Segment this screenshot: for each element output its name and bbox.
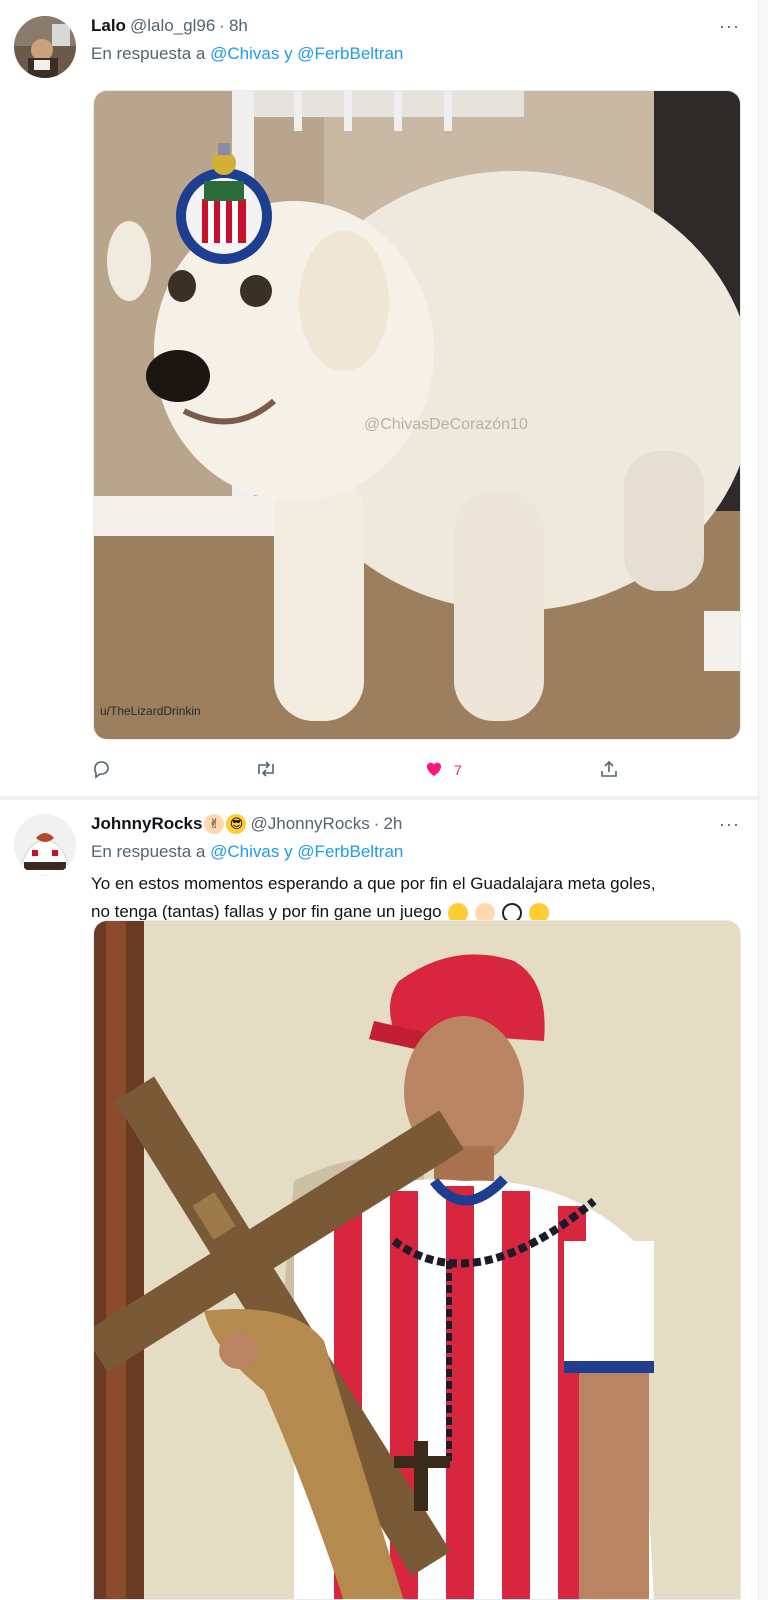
display-name[interactable]: Lalo [91,16,126,36]
tweet-text-line-2-content: no tenga (tantas) fallas y por fin gane … [91,902,442,921]
user-handle[interactable]: @JhonnyRocks [250,814,369,834]
tweet-johnnyrocks[interactable]: JohnnyRocks ✌ 😎 @JhonnyRocks · 2h ··· En… [0,800,758,1600]
share-icon [599,759,619,782]
separator-dot: · [373,814,380,833]
more-options-icon[interactable]: ··· [719,16,740,37]
retweet-button[interactable] [254,756,278,784]
reply-icon [91,759,111,782]
mention-chivas[interactable]: @Chivas [210,44,279,63]
timestamp[interactable]: 8h [229,16,248,36]
retweet-icon [254,759,278,782]
reply-prefix: En respuesta a [91,842,206,861]
tweet-lalo[interactable]: Lalo @lalo_gl96 · 8h ··· En respuesta a … [0,0,758,796]
avatar[interactable] [14,16,76,78]
sunglasses-emoji: 😎 [226,814,247,834]
tweet-actions: 7 [91,756,691,784]
image-credit: u/TheLizardDrinkin [100,704,201,718]
display-name[interactable]: JohnnyRocks [91,814,202,834]
user-handle[interactable]: @lalo_gl96 [130,16,215,36]
reply-context: En respuesta a @Chivas y @FerbBeltran [91,842,403,862]
like-button[interactable]: 7 [424,756,462,784]
reply-button[interactable] [91,756,111,784]
more-options-icon[interactable]: ··· [719,814,740,835]
tweet-header: JohnnyRocks ✌ 😎 @JhonnyRocks · 2h [91,814,402,834]
image-watermark: @ChivasDeCorazón10 [364,416,528,433]
mention-chivas[interactable]: @Chivas [210,842,279,861]
tweet-image[interactable]: @ChivasDeCorazón10 u/TheLizardDrinkin [93,90,741,740]
tweet-header: Lalo @lalo_gl96 · 8h [91,16,248,36]
mention-ferbbeltran[interactable]: @FerbBeltran [297,44,403,63]
heart-icon [424,759,444,782]
tweet-image[interactable] [93,920,741,1600]
separator-dot: · [219,16,225,35]
mention-ferbbeltran[interactable]: @FerbBeltran [297,842,403,861]
tweet-text-line-1: Yo en estos momentos esperando a que por… [91,874,656,893]
rock-hand-emoji: ✌ [204,814,225,834]
share-button[interactable] [599,756,619,784]
mention-joiner: y [284,44,293,63]
mention-joiner: y [284,842,293,861]
reply-context: En respuesta a @Chivas y @FerbBeltran [91,44,403,64]
like-count: 7 [454,762,462,778]
avatar[interactable] [14,814,76,876]
scrollbar-track[interactable] [758,0,768,1600]
reply-prefix: En respuesta a [91,44,206,63]
tweet-text: Yo en estos momentos esperando a que por… [91,870,741,926]
timestamp[interactable]: 2h [383,814,402,834]
